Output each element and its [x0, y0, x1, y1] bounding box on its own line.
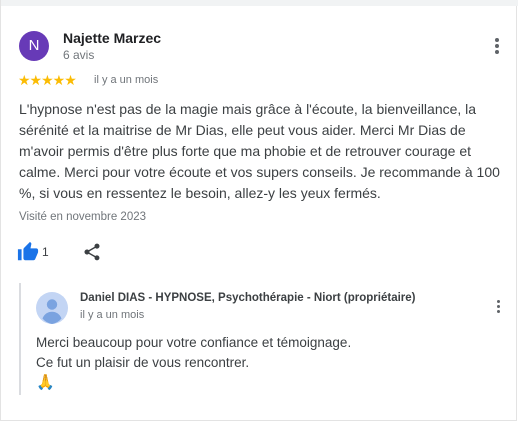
- author-review-count: 6 avis: [63, 48, 95, 62]
- star-rating: ★★★★★: [18, 72, 77, 88]
- author-name[interactable]: Najette Marzec: [63, 30, 161, 46]
- more-vert-icon[interactable]: [490, 298, 506, 318]
- reply-line: Ce fut un plaisir de vous rencontrer.: [36, 355, 250, 370]
- reply-text: Merci beaucoup pour votre confiance et t…: [36, 333, 496, 373]
- visit-date: Visité en novembre 2023: [19, 211, 147, 223]
- review-time: il y a un mois: [94, 74, 159, 86]
- like-count: 1: [42, 245, 49, 259]
- share-icon[interactable]: [82, 242, 102, 262]
- reply-line: Merci beaucoup pour votre confiance et t…: [36, 335, 352, 350]
- more-vert-icon[interactable]: [489, 36, 505, 56]
- person-avatar-icon[interactable]: [36, 292, 68, 324]
- reply-time: il y a un mois: [80, 309, 145, 321]
- reply-indent-line: [19, 283, 21, 395]
- thumb-up-icon[interactable]: [17, 241, 39, 263]
- pray-emoji: 🙏: [36, 374, 55, 391]
- avatar[interactable]: N: [19, 31, 49, 61]
- review-card: N Najette Marzec 6 avis ★★★★★ il y a un …: [0, 0, 518, 421]
- review-text: L'hypnose n'est pas de la magie mais grâ…: [19, 101, 500, 201]
- divider: [1, 0, 518, 6]
- reply-author[interactable]: Daniel DIAS - HYPNOSE, Psychothérapie - …: [80, 292, 415, 304]
